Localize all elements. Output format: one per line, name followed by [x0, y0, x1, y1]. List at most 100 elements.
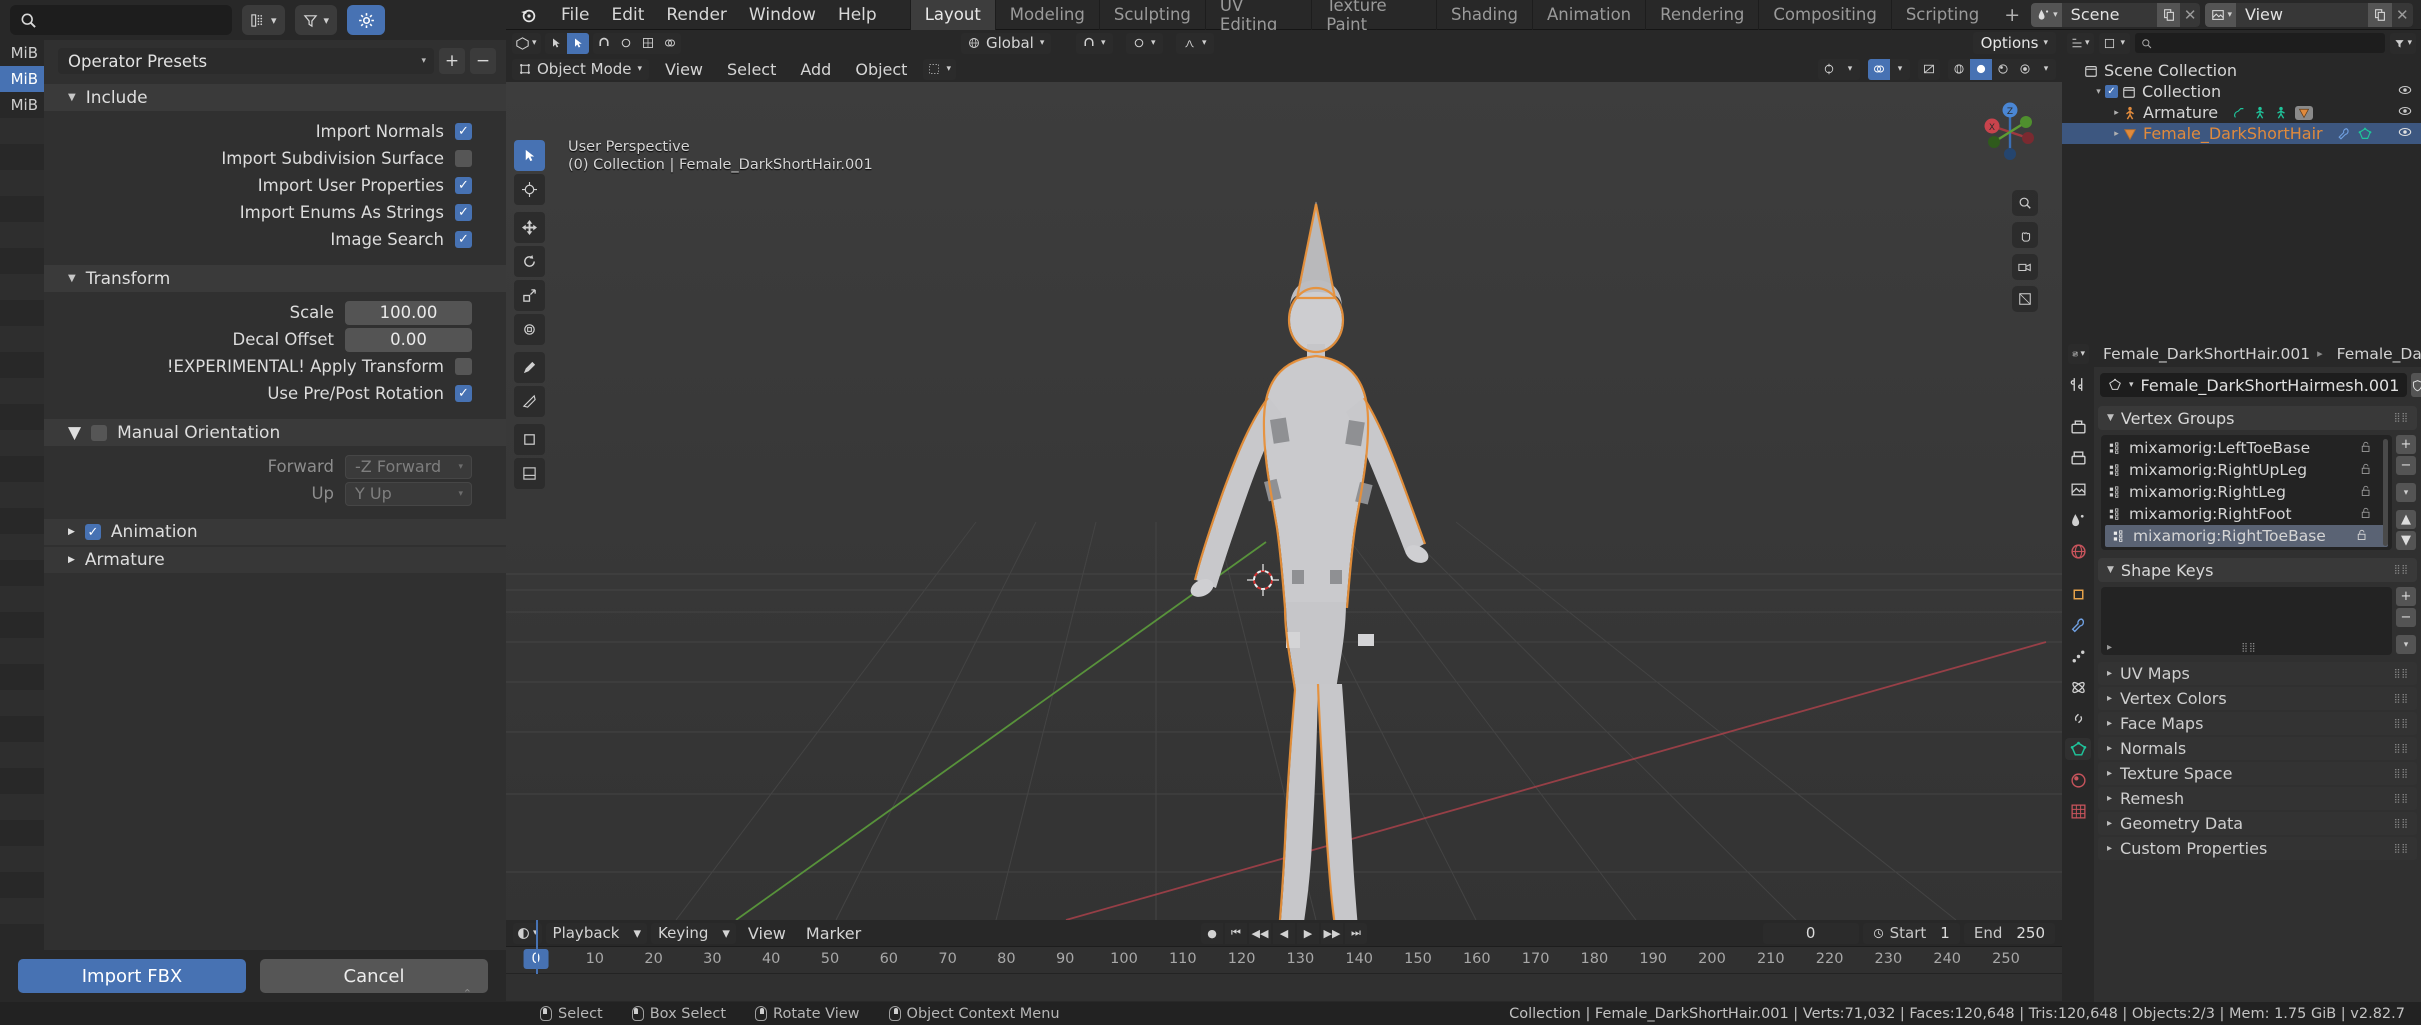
navigation-gizmo[interactable]: X Z [1970, 92, 2050, 172]
panel-uv-maps[interactable]: ▸ UV Maps ⣿⣿ [2098, 662, 2417, 685]
viewport-menu-object[interactable]: Object [847, 58, 915, 81]
tab-constraints[interactable] [2065, 707, 2091, 729]
remove-shape-key-button[interactable]: − [2396, 608, 2416, 627]
tool-scale-icon[interactable] [514, 280, 545, 311]
scene-icon[interactable]: ▾ [2031, 2, 2062, 27]
file-size-row-selected[interactable]: MiB [0, 66, 44, 92]
next-keyframe-icon[interactable]: ▶▶ [1321, 922, 1343, 944]
tab-physics[interactable] [2065, 676, 2091, 698]
viewport-menu-add[interactable]: Add [792, 58, 839, 81]
pose-icon[interactable] [2253, 106, 2267, 120]
zoom-view-icon[interactable] [2012, 190, 2038, 216]
file-row-empty[interactable] [0, 690, 44, 716]
panel-geometry-data[interactable]: ▸ Geometry Data ⣿⣿ [2098, 812, 2417, 835]
animation-expand-icon[interactable]: ▶ [68, 527, 75, 537]
tab-modifiers[interactable] [2065, 614, 2091, 636]
tab-particles[interactable] [2065, 645, 2091, 667]
tab-uv-editing[interactable]: UV Editing [1204, 0, 1311, 34]
select-box-icon[interactable] [566, 32, 589, 54]
vertex-group-lock-icon[interactable] [2360, 463, 2372, 478]
section-manual-orientation-header[interactable]: ▼ Manual Orientation [44, 419, 506, 446]
file-size-row[interactable]: MiB [0, 40, 44, 66]
tool-cursor-icon[interactable] [514, 174, 545, 205]
import-fbx-button[interactable]: Import FBX [18, 959, 246, 993]
texture-space-expand-icon[interactable]: ▸ [2107, 768, 2112, 779]
outliner-search-input[interactable] [2135, 33, 2386, 53]
start-frame-field[interactable]: Start 1 [1862, 922, 1960, 944]
vertex-group-row[interactable]: mixamorig:RightLeg [2101, 481, 2392, 503]
viewport-menu-view[interactable]: View [657, 58, 711, 81]
new-scene-icon[interactable] [2157, 2, 2180, 27]
file-row-empty[interactable] [0, 508, 44, 534]
tool-select-box-icon[interactable] [514, 140, 545, 171]
proportional-editing-dropdown[interactable]: ▾ [1126, 32, 1163, 54]
vertex-colors-expand-icon[interactable]: ▸ [2107, 693, 2112, 704]
tab-layout[interactable]: Layout [909, 0, 995, 30]
material-shading-icon[interactable] [1992, 59, 2014, 80]
overlay-toggle-icon[interactable] [659, 33, 681, 54]
file-row-empty[interactable] [0, 196, 44, 222]
checkbox-import-normals[interactable] [455, 123, 472, 140]
viewport-menu-select[interactable]: Select [719, 58, 784, 81]
panel-remesh[interactable]: ▸ Remesh ⣿⣿ [2098, 787, 2417, 810]
file-row-empty[interactable] [0, 274, 44, 300]
falloff-dropdown[interactable]: ▾ [1176, 32, 1214, 54]
overlay-options-icon[interactable]: ▾ [1890, 59, 1910, 80]
file-row-empty[interactable] [0, 586, 44, 612]
shape-keys-list[interactable]: ▸ ⣿⣿ [2101, 587, 2392, 655]
remove-preset-button[interactable]: − [470, 48, 496, 74]
uv-maps-expand-icon[interactable]: ▸ [2107, 668, 2112, 679]
file-row-empty[interactable] [0, 638, 44, 664]
file-row-empty[interactable] [0, 404, 44, 430]
file-settings-button[interactable] [347, 5, 386, 35]
outliner-display-mode-dropdown[interactable]: ▾ [2098, 32, 2131, 54]
transform-collapse-icon[interactable]: ▼ [68, 273, 76, 284]
collection-visibility-icon[interactable] [2398, 83, 2412, 101]
timeline-menu-marker[interactable]: Marker [798, 922, 869, 945]
file-row-empty[interactable] [0, 326, 44, 352]
solid-shading-icon[interactable] [1970, 58, 1992, 80]
shape-keys-grip-icon[interactable]: ⣿⣿ [2241, 643, 2256, 653]
checkbox-manual-orientation[interactable] [91, 424, 108, 441]
armature-visibility-icon[interactable] [2398, 104, 2412, 122]
tab-scripting[interactable]: Scripting [1890, 0, 1993, 30]
vertex-group-row[interactable]: mixamorig:LeftToeBase [2101, 437, 2392, 459]
operator-presets-dropdown[interactable]: Operator Presets ▾ [58, 48, 434, 74]
view-layer-selector[interactable]: ▾ View Layer ✕ [2205, 2, 2413, 27]
file-row-empty[interactable] [0, 534, 44, 560]
scene-selector[interactable]: ▾ Scene ✕ [2031, 2, 2201, 27]
select-tool-group[interactable] [544, 32, 589, 54]
file-row-empty[interactable] [0, 560, 44, 586]
tool-extra-icon[interactable] [514, 458, 545, 489]
input-scale[interactable]: 100.00 [345, 300, 472, 325]
toggle-ortho-icon[interactable] [2012, 286, 2038, 312]
armature-expand-icon[interactable]: ▶ [68, 555, 75, 565]
viewport-gizmo-group[interactable]: ▾ [1818, 58, 1860, 80]
viewport-overlays-group[interactable]: ▾ [1868, 58, 1910, 80]
shape-keys-panel-header[interactable]: ▼ Shape Keys ⣿⣿ [2098, 558, 2417, 582]
menu-render[interactable]: Render [655, 2, 738, 28]
tool-rotate-icon[interactable] [514, 246, 545, 277]
remesh-expand-icon[interactable]: ▸ [2107, 793, 2112, 804]
panel-vertex-colors[interactable]: ▸ Vertex Colors ⣿⣿ [2098, 687, 2417, 710]
file-row-empty[interactable] [0, 664, 44, 690]
proportional-icon[interactable] [615, 33, 637, 54]
move-vertex-group-down-button[interactable]: ▼ [2396, 531, 2416, 550]
tab-rendering[interactable]: Rendering [1645, 0, 1758, 30]
file-row-empty[interactable] [0, 144, 44, 170]
add-shape-key-button[interactable]: + [2396, 587, 2416, 606]
tab-tool[interactable] [2065, 373, 2091, 395]
outliner-filter-icon[interactable]: ▾ [2390, 32, 2416, 54]
vertex-group-lock-icon[interactable] [2360, 507, 2372, 522]
vertex-group-lock-icon[interactable] [2360, 485, 2372, 500]
grid-snap-icon[interactable] [637, 33, 659, 54]
checkbox-import-user-properties[interactable] [455, 177, 472, 194]
menu-edit[interactable]: Edit [600, 2, 655, 28]
resize-grip-icon[interactable]: ⌃ [463, 987, 472, 1000]
record-keyframe-icon[interactable]: ● [1201, 922, 1223, 944]
collection-checkbox[interactable]: ✓ [2105, 85, 2118, 98]
modifier-wrench-icon[interactable] [2337, 127, 2351, 141]
jump-to-end-icon[interactable]: ⏭ [1345, 922, 1367, 944]
show-gizmo-icon[interactable] [1818, 59, 1840, 80]
menu-window[interactable]: Window [738, 2, 827, 28]
